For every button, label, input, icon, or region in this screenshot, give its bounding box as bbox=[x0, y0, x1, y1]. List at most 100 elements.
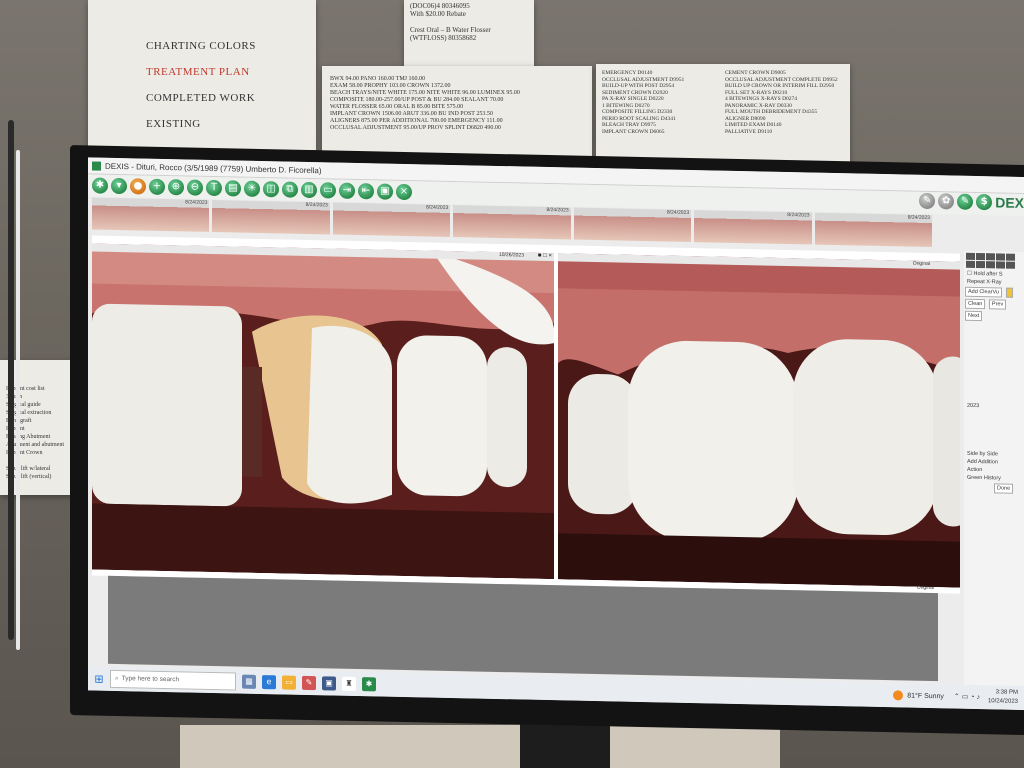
thumbnail[interactable]: 8/24/2023 bbox=[212, 199, 330, 235]
thumbnail[interactable]: 8/24/2023 bbox=[573, 207, 692, 243]
dexis-taskbar-icon[interactable]: ✱ bbox=[362, 677, 376, 692]
sheet-line: (WTFLOSS) 80358682 bbox=[410, 34, 477, 42]
sheet-line: LIMITED EXAM D0140 bbox=[725, 122, 782, 128]
sheet-line: PERIO ROOT SCALING D4341 bbox=[602, 115, 676, 122]
export-icon[interactable]: ⇥ bbox=[339, 182, 355, 199]
tool-swatches bbox=[964, 251, 1024, 271]
before-photo bbox=[92, 243, 554, 580]
tooth-app-icon[interactable]: ♜ bbox=[342, 676, 356, 691]
charting-colors-sheet: CHARTING COLORS TREATMENT PLAN COMPLETED… bbox=[88, 0, 316, 150]
sheet-line: BEACH TRAYS/NITE WHITE 175.00 NITE WHITE… bbox=[330, 90, 520, 96]
close-icon[interactable]: × bbox=[396, 183, 412, 201]
clock[interactable]: 3:38 PM 10/24/2023 bbox=[988, 688, 1018, 707]
weather-text: 81°F Sunny bbox=[907, 692, 944, 700]
screen: DEXIS - Dituri, Rocco (3/5/1989 (7759) U… bbox=[88, 157, 1024, 711]
hold-label: Hold after S bbox=[973, 270, 1003, 278]
procedure-codes-sheet: EMERGENCY D0140 OCCLUSAL ADJUSTMENT D995… bbox=[596, 64, 850, 169]
zoom-out-icon[interactable]: ⊖ bbox=[187, 179, 203, 196]
monitor: DEXIS - Dituri, Rocco (3/5/1989 (7759) U… bbox=[70, 145, 1024, 736]
add-clearvu-button[interactable]: Add ClearVu bbox=[965, 286, 1002, 298]
after-image-pane[interactable]: Original bbox=[558, 253, 960, 588]
task-view-icon[interactable]: ▦ bbox=[242, 674, 256, 689]
lock-icon[interactable]: ● bbox=[130, 178, 146, 195]
thumbnail[interactable]: 8/24/2023 bbox=[92, 197, 210, 232]
swatch[interactable] bbox=[986, 261, 995, 269]
edge-icon[interactable]: e bbox=[262, 675, 276, 690]
swatch[interactable] bbox=[986, 253, 995, 261]
taskbar-search-input[interactable]: ⌕ Type here to search bbox=[110, 669, 236, 691]
sheet-line: TREATMENT PLAN bbox=[146, 66, 250, 78]
brightness-icon[interactable]: ☀ bbox=[244, 180, 260, 197]
bottom-label: Original bbox=[916, 584, 934, 592]
app-icon[interactable]: ▣ bbox=[322, 676, 336, 691]
crest-sheet: (DOC06)4 80346095 With $20.00 Rebate Cre… bbox=[404, 0, 534, 72]
layout-icon[interactable]: ▤ bbox=[225, 180, 241, 197]
sheet-line: CHARTING COLORS bbox=[146, 40, 256, 52]
app-icon[interactable]: ✎ bbox=[302, 675, 316, 691]
done-button[interactable]: Done bbox=[994, 483, 1014, 494]
weather-widget[interactable]: 81°F Sunny ⌃ ▭ ◔ ♪ bbox=[893, 690, 980, 702]
sheet-line: ALIGNERS 875.00 PER ADDITIONAL 700.00 EM… bbox=[330, 118, 503, 124]
sheet-line: (DOC06)4 80346095 bbox=[410, 2, 470, 10]
folder-icon[interactable]: ▭ bbox=[320, 182, 336, 199]
prev-button[interactable]: Prev bbox=[988, 299, 1007, 310]
swatch[interactable] bbox=[966, 252, 975, 260]
side-panel: ☐ Hold after S Repeat X-Ray Add ClearVu … bbox=[964, 250, 1024, 693]
tray-icons[interactable]: ⌃ ▭ ◔ ♪ bbox=[954, 693, 980, 702]
thumbnail[interactable]: 8/24/2023 bbox=[814, 212, 932, 248]
print-icon[interactable]: ▣ bbox=[377, 183, 393, 200]
tooth-icon[interactable]: ▾ bbox=[111, 177, 127, 195]
search-icon: ⌕ bbox=[115, 674, 119, 683]
edit-icon[interactable]: ✎ bbox=[957, 193, 974, 210]
brand-logo: DEX bbox=[995, 194, 1024, 211]
swatch[interactable] bbox=[1006, 253, 1015, 261]
sheet-line: SEDIMENT CROWN D2920 bbox=[602, 89, 668, 96]
swatch[interactable] bbox=[1006, 261, 1015, 269]
zoom-in-icon[interactable]: ⊕ bbox=[168, 179, 184, 196]
capture-icon[interactable]: ✱ bbox=[92, 177, 108, 194]
copy-icon[interactable]: ⧉ bbox=[282, 181, 298, 198]
clean-button[interactable]: Clean bbox=[965, 298, 986, 310]
thumbnail[interactable]: 8/24/2023 bbox=[694, 210, 812, 245]
next-button[interactable]: Next bbox=[965, 310, 983, 322]
sheet-line: EMERGENCY D0140 bbox=[602, 70, 653, 76]
dollar-icon[interactable]: $ bbox=[976, 193, 993, 211]
lower-image-area: Original bbox=[108, 575, 938, 682]
swatch[interactable] bbox=[996, 261, 1005, 269]
pane-window-controls[interactable]: ■ □ × bbox=[538, 253, 552, 259]
windows-start-icon[interactable]: ⊞ bbox=[88, 672, 110, 685]
sheet-line: BUILD-UP WITH POST D2954 bbox=[602, 83, 675, 89]
settings-icon[interactable]: ✿ bbox=[938, 193, 955, 210]
before-image-pane[interactable]: 10/26/2023 ■ □ × bbox=[92, 243, 554, 580]
swatch[interactable] bbox=[996, 253, 1005, 261]
orange-button[interactable] bbox=[1005, 287, 1014, 298]
after-photo bbox=[558, 253, 960, 588]
sheet-line: EXISTING bbox=[146, 118, 201, 130]
sheet-line: BLEACH TRAY D9975 bbox=[602, 122, 656, 128]
sheet-line: EXAM 58.00 PROPHY 103.00 CROWN 1372.00 bbox=[330, 83, 451, 89]
delete-icon[interactable]: ▥ bbox=[301, 181, 317, 199]
swatch[interactable] bbox=[966, 260, 975, 268]
cable bbox=[8, 120, 14, 640]
import-icon[interactable]: ⇤ bbox=[358, 183, 374, 200]
swatch[interactable] bbox=[976, 252, 985, 261]
window-title: DEXIS - Dituri, Rocco (3/5/1989 (7759) U… bbox=[105, 161, 322, 175]
compare-icon[interactable]: ◫ bbox=[263, 181, 279, 198]
thumbnail[interactable]: 8/24/2023 bbox=[453, 205, 571, 240]
sheet-line: BWX 94.00 PANO 160.00 TMJ 160.00 bbox=[330, 76, 426, 82]
thumbnail[interactable]: 8/24/2023 bbox=[332, 202, 451, 237]
sheet-line: IMPLANT CROWN 1506.00 ARUT 336.00 BU IND… bbox=[330, 111, 493, 117]
text-icon[interactable]: T bbox=[206, 179, 222, 197]
sheet-line: IMPLANT CROWN D6065 bbox=[602, 128, 665, 135]
swatch[interactable] bbox=[976, 260, 985, 269]
sheet-line: PA X-RAY SINGLE D0220 bbox=[602, 96, 664, 102]
file-explorer-icon[interactable]: ▭ bbox=[282, 675, 296, 690]
dexis-app-icon bbox=[92, 160, 101, 171]
add-icon[interactable]: + bbox=[149, 178, 165, 195]
clock-date: 10/24/2023 bbox=[987, 698, 1018, 705]
sheet-line: COMPOSITE 180.00-257.00/UP POST & BU 284… bbox=[330, 97, 504, 103]
pen-icon[interactable]: ✎ bbox=[919, 192, 936, 210]
sheet-line: Crest Oral – B Water Flosser bbox=[410, 26, 491, 34]
sheet-line: FULL SET X-RAYS D0210 bbox=[725, 89, 788, 96]
sheet-line: CEMENT CROWN D9005 bbox=[725, 70, 786, 76]
